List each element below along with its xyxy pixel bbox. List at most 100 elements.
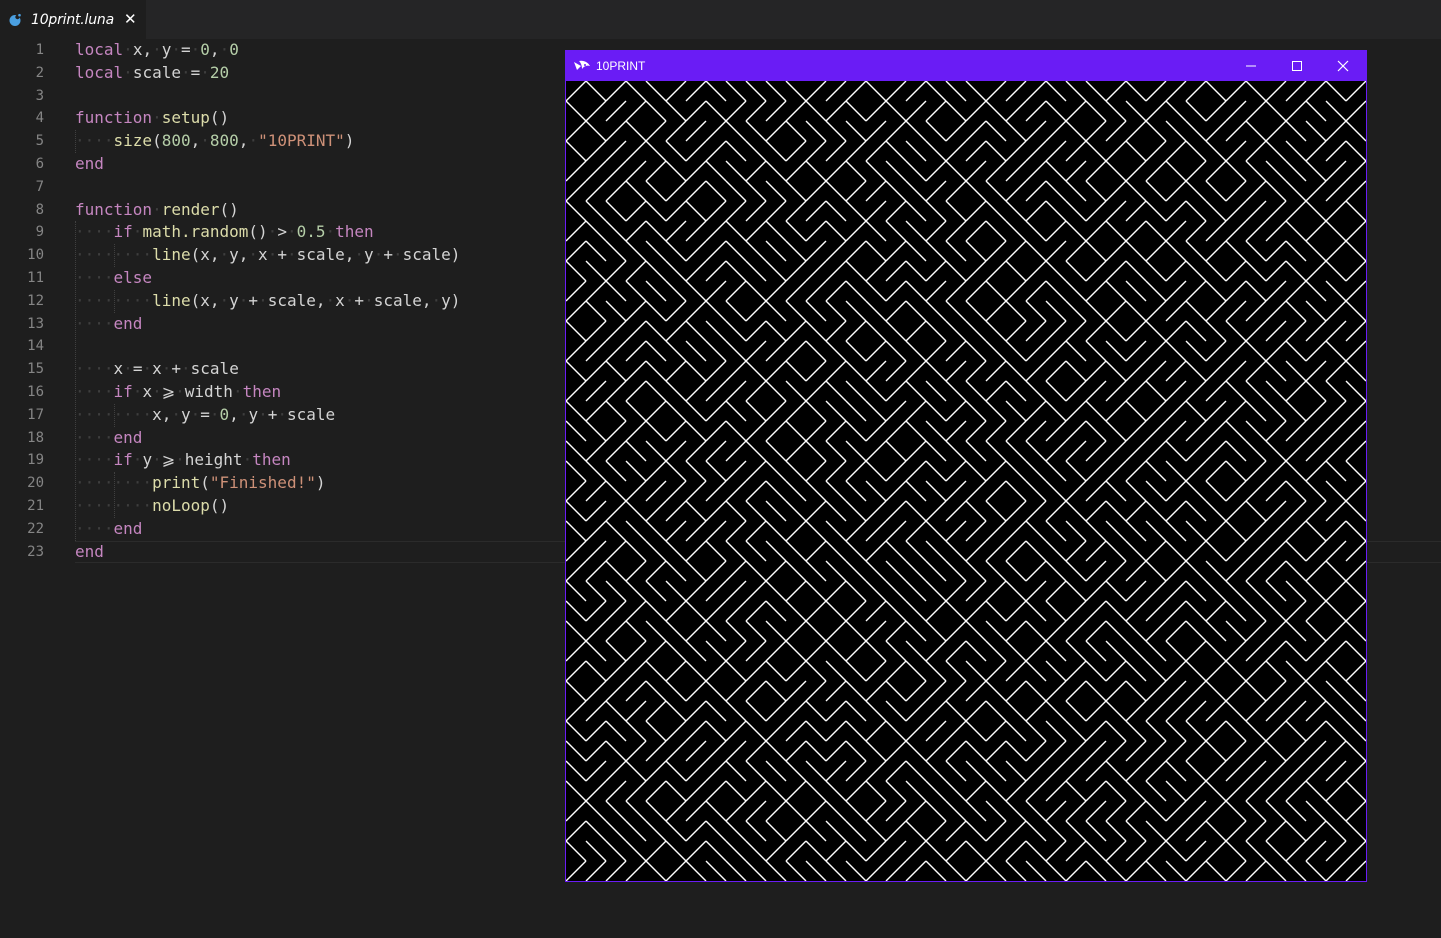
maze-line xyxy=(845,220,867,242)
maze-line xyxy=(925,640,947,662)
maze-line xyxy=(685,120,707,142)
maze-line xyxy=(925,760,947,782)
maze-drawing xyxy=(566,81,1366,881)
maze-line xyxy=(625,580,647,602)
maze-line xyxy=(1245,480,1267,502)
maze-line xyxy=(1225,500,1247,522)
maze-line xyxy=(1325,200,1347,222)
maze-line xyxy=(1325,180,1347,202)
minimize-button[interactable] xyxy=(1228,51,1274,81)
maze-line xyxy=(685,720,707,742)
maze-line xyxy=(1305,700,1327,722)
maze-line xyxy=(1245,100,1267,122)
maze-line xyxy=(1245,580,1267,602)
maze-line xyxy=(1345,740,1366,762)
maze-line xyxy=(885,220,907,242)
maze-line xyxy=(765,640,787,662)
maze-line xyxy=(1345,320,1366,342)
maze-line xyxy=(1105,460,1127,482)
maze-line xyxy=(1005,740,1027,762)
maze-line xyxy=(1065,400,1087,422)
maze-line xyxy=(1045,220,1067,242)
maze-line xyxy=(825,660,847,682)
maze-line xyxy=(865,380,887,402)
maze-line xyxy=(1065,680,1087,702)
maze-line xyxy=(805,840,827,862)
maze-line xyxy=(705,800,727,822)
close-button[interactable] xyxy=(1320,51,1366,81)
maximize-button[interactable] xyxy=(1274,51,1320,81)
maze-line xyxy=(665,640,687,662)
maze-line xyxy=(845,560,867,582)
sketch-window-titlebar[interactable]: 10PRINT xyxy=(566,51,1366,81)
tab-10print-luna[interactable]: 10print.luna ✕ xyxy=(0,0,146,39)
maze-line xyxy=(1205,780,1227,802)
sketch-canvas[interactable] xyxy=(566,81,1366,881)
maze-line xyxy=(925,740,947,762)
maze-line xyxy=(785,660,807,682)
maze-line xyxy=(1125,140,1147,162)
maze-line xyxy=(1065,560,1087,582)
maze-line xyxy=(1245,280,1267,302)
maze-line xyxy=(945,180,967,202)
maze-line xyxy=(1165,340,1187,362)
maze-line xyxy=(925,200,947,222)
maze-line xyxy=(1205,660,1227,682)
maze-line xyxy=(605,160,627,182)
maze-line xyxy=(1305,640,1327,662)
maze-line xyxy=(825,240,847,262)
code-line: ····if·math.random()·>·0.5·then xyxy=(75,222,374,242)
close-icon[interactable]: ✕ xyxy=(124,12,137,27)
maze-line xyxy=(1205,160,1227,182)
maze-line xyxy=(905,780,927,802)
maze-line xyxy=(1145,760,1167,782)
maze-line xyxy=(985,380,1007,402)
maze-line xyxy=(785,260,807,282)
maze-line xyxy=(1165,800,1187,822)
maze-line xyxy=(805,640,827,662)
maze-line xyxy=(605,700,627,722)
maze-line xyxy=(845,700,867,722)
maze-line xyxy=(1085,740,1107,762)
maze-line xyxy=(1005,240,1027,262)
maze-line xyxy=(865,160,887,182)
maze-line xyxy=(785,500,807,522)
maze-line xyxy=(1105,100,1127,122)
maze-line xyxy=(1225,840,1247,862)
maze-line xyxy=(1245,360,1267,382)
maze-line xyxy=(1165,840,1187,862)
maze-line xyxy=(1305,340,1327,362)
maze-line xyxy=(845,740,867,762)
maze-line xyxy=(1125,660,1147,682)
maze-line xyxy=(805,700,827,722)
maze-line xyxy=(1345,300,1366,322)
maze-line xyxy=(985,640,1007,662)
maze-line xyxy=(1145,180,1167,202)
maze-line xyxy=(1005,800,1027,822)
maze-line xyxy=(965,120,987,142)
maze-line xyxy=(566,340,587,362)
maze-line xyxy=(745,240,767,262)
maze-line xyxy=(865,220,887,242)
maze-line xyxy=(1185,560,1207,582)
maze-line xyxy=(1325,320,1347,342)
maze-line xyxy=(1105,580,1127,602)
maze-line xyxy=(1245,240,1267,262)
maze-line xyxy=(1285,680,1307,702)
maze-line xyxy=(745,600,767,622)
maze-line xyxy=(1265,400,1287,422)
maze-line xyxy=(585,360,607,382)
maze-line xyxy=(965,460,987,482)
sketch-window[interactable]: 10PRINT xyxy=(565,50,1367,882)
maze-line xyxy=(765,500,787,522)
maze-line xyxy=(1145,840,1167,862)
maze-line xyxy=(1285,820,1307,842)
maze-line xyxy=(1145,560,1167,582)
maze-line xyxy=(765,140,787,162)
maze-line xyxy=(1305,720,1327,742)
maze-line xyxy=(1085,720,1107,742)
maze-line xyxy=(765,780,787,802)
maze-line xyxy=(1125,540,1147,562)
maze-line xyxy=(1165,440,1187,462)
maze-line xyxy=(885,140,907,162)
